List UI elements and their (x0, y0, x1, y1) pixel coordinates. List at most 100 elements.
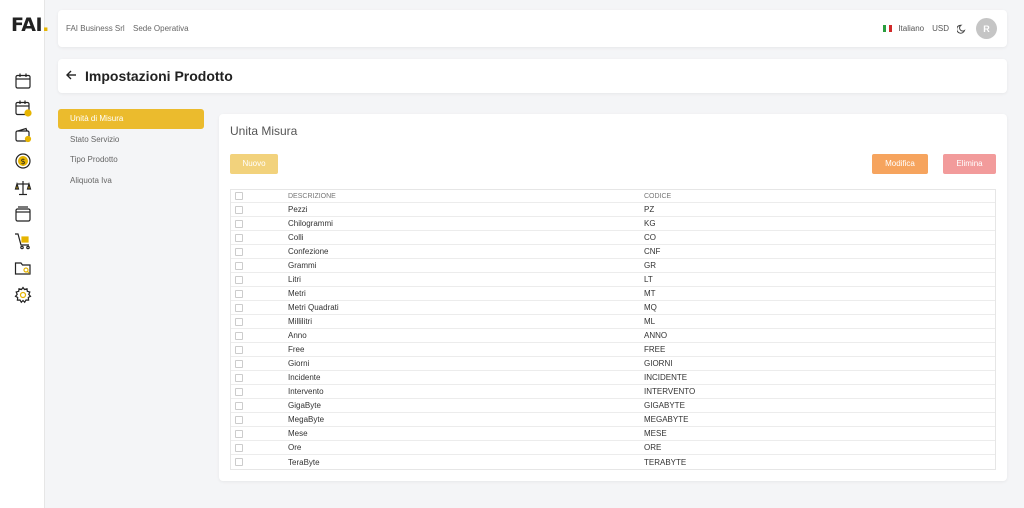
cell-descrizione: Anno (288, 331, 307, 340)
avatar[interactable]: R (976, 18, 997, 39)
cell-codice: ML (644, 317, 656, 326)
table-row[interactable]: Ore ORE (231, 441, 995, 455)
cell-descrizione: Giorni (288, 359, 310, 368)
table-row[interactable]: Millilitri ML (231, 315, 995, 329)
cell-codice: GIGABYTE (644, 401, 685, 410)
column-header-descrizione[interactable]: DESCRIZIONE (288, 193, 644, 200)
table-row[interactable]: Confezione CNF (231, 245, 995, 259)
company-name[interactable]: FAI Business Srl (66, 24, 125, 33)
top-right-controls: Italiano USD R (883, 18, 997, 39)
calendar-clock-icon[interactable] (14, 99, 32, 117)
settings-menu: Unità di Misura Stato Servizio Tipo Prod… (58, 109, 204, 191)
cell-descrizione: Free (288, 345, 305, 354)
top-bar: FAI Business Srl Sede Operativa Italiano… (58, 10, 1007, 47)
menu-item-unita-di-misura[interactable]: Unità di Misura (58, 109, 204, 129)
menu-item-tipo-prodotto[interactable]: Tipo Prodotto (58, 150, 204, 170)
back-arrow-icon[interactable] (65, 68, 77, 82)
cell-codice: CO (644, 233, 656, 242)
table-row[interactable]: Mese MESE (231, 427, 995, 441)
row-checkbox[interactable] (231, 317, 288, 326)
row-checkbox[interactable] (231, 387, 288, 396)
cell-descrizione: Incidente (288, 373, 321, 382)
table-row[interactable]: Metri MT (231, 287, 995, 301)
wallet-icon[interactable] (14, 126, 32, 144)
table-row[interactable]: Anno ANNO (231, 329, 995, 343)
cell-codice: KG (644, 219, 656, 228)
row-checkbox[interactable] (231, 401, 288, 410)
cell-codice: MT (644, 289, 656, 298)
logo: FAI. (11, 14, 49, 36)
cell-codice: CNF (644, 247, 661, 256)
row-checkbox[interactable] (231, 289, 288, 298)
table-row[interactable]: MegaByte MEGABYTE (231, 413, 995, 427)
table-row[interactable]: Intervento INTERVENTO (231, 385, 995, 399)
column-header-codice[interactable]: CODICE (644, 193, 995, 200)
calendar-icon[interactable] (14, 72, 32, 90)
cell-codice: INTERVENTO (644, 387, 696, 396)
language-selector[interactable]: Italiano (898, 24, 924, 33)
table-row[interactable]: GigaByte GIGABYTE (231, 399, 995, 413)
row-checkbox[interactable] (231, 219, 288, 228)
row-checkbox[interactable] (231, 345, 288, 354)
row-checkbox[interactable] (231, 443, 288, 452)
page-header: Impostazioni Prodotto (58, 59, 1007, 93)
delete-button[interactable]: Elimina (943, 154, 996, 174)
cell-descrizione: Chilogrammi (288, 219, 333, 228)
scales-icon[interactable] (14, 179, 32, 197)
table-row[interactable]: Metri Quadrati MQ (231, 301, 995, 315)
row-checkbox[interactable] (231, 429, 288, 438)
table-row[interactable]: Litri LT (231, 273, 995, 287)
menu-item-stato-servizio[interactable]: Stato Servizio (58, 130, 204, 150)
cell-codice: INCIDENTE (644, 373, 688, 382)
cell-descrizione: Grammi (288, 261, 317, 270)
row-checkbox[interactable] (231, 261, 288, 270)
folder-search-icon[interactable] (14, 259, 32, 277)
table-row[interactable]: TeraByte TERABYTE (231, 455, 995, 469)
cell-descrizione: Mese (288, 429, 308, 438)
row-checkbox[interactable] (231, 373, 288, 382)
table-row[interactable]: Chilogrammi KG (231, 217, 995, 231)
row-checkbox[interactable] (231, 415, 288, 424)
row-checkbox[interactable] (231, 331, 288, 340)
currency-selector[interactable]: USD (932, 24, 949, 33)
location-name[interactable]: Sede Operativa (133, 24, 189, 33)
cell-descrizione: TeraByte (288, 457, 320, 467)
settings-gear-icon[interactable] (14, 286, 32, 304)
row-checkbox[interactable] (231, 359, 288, 368)
row-checkbox[interactable] (231, 458, 288, 466)
menu-item-aliquota-iva[interactable]: Aliquota Iva (58, 171, 204, 191)
cell-descrizione: Pezzi (288, 205, 308, 214)
cell-descrizione: Litri (288, 275, 301, 284)
cell-codice: FREE (644, 345, 666, 354)
edit-button[interactable]: Modifica (872, 154, 928, 174)
dollar-coin-icon[interactable]: $ (14, 152, 32, 170)
cell-codice: ANNO (644, 331, 668, 340)
row-checkbox[interactable] (231, 233, 288, 242)
table-row[interactable]: Giorni GIORNI (231, 357, 995, 371)
side-rail: FAI. $ (0, 0, 49, 508)
table-row[interactable]: Colli CO (231, 231, 995, 245)
select-all-checkbox[interactable] (231, 192, 288, 200)
cell-descrizione: Colli (288, 233, 304, 242)
table-row[interactable]: Incidente INCIDENTE (231, 371, 995, 385)
cell-descrizione: Millilitri (288, 317, 312, 326)
archive-box-icon[interactable] (14, 205, 32, 223)
row-checkbox[interactable] (231, 275, 288, 284)
table-row[interactable]: Free FREE (231, 343, 995, 357)
cell-codice: MEGABYTE (644, 415, 689, 424)
italy-flag-icon (883, 25, 893, 32)
new-button[interactable]: Nuovo (230, 154, 278, 174)
moon-icon[interactable] (957, 24, 967, 34)
table-row[interactable]: Grammi GR (231, 259, 995, 273)
cell-codice: MESE (644, 429, 667, 438)
row-checkbox[interactable] (231, 247, 288, 256)
row-checkbox[interactable] (231, 303, 288, 312)
page-title: Impostazioni Prodotto (85, 68, 233, 84)
row-checkbox[interactable] (231, 205, 288, 214)
cell-codice: PZ (644, 205, 655, 214)
shopping-cart-icon[interactable] (14, 232, 32, 250)
cell-descrizione: Metri Quadrati (288, 303, 339, 312)
cell-codice: TERABYTE (644, 457, 687, 467)
table-row[interactable]: Pezzi PZ (231, 203, 995, 217)
cell-codice: ORE (644, 443, 662, 452)
